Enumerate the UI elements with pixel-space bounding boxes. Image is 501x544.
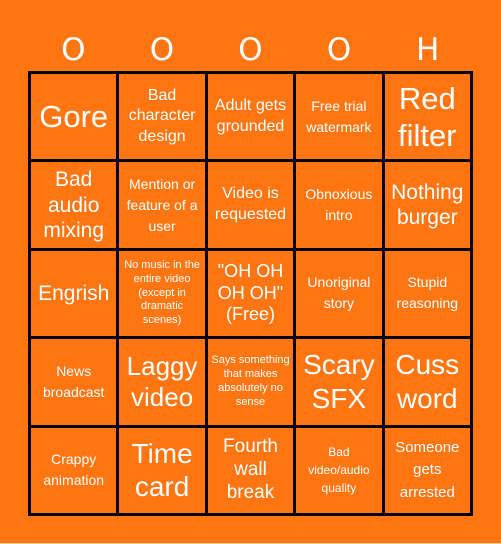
cell-text: No music in the entire video (except in … [124,259,200,327]
bingo-cell[interactable]: Bad video/audio quality [296,427,385,516]
bingo-cell[interactable]: Time card [119,427,208,516]
cell-text: Scary SFX [303,349,375,414]
cell-text: Video is requested [214,185,287,224]
bingo-cell[interactable]: Video is requested [207,162,297,251]
cell-text: News broadcast [42,362,105,400]
cell-text: Nothing burger [391,180,464,230]
cell-text: Crappy animation [43,451,105,489]
bingo-cell[interactable]: Laggy video [119,339,208,428]
cell-text: Mention or feature of a user [126,175,198,234]
bingo-cell[interactable]: Bad audio mixing [31,162,120,251]
header-letter: O [61,32,86,68]
cell-text: Unoriginal story [307,274,371,312]
bingo-cell[interactable]: Obnoxious intro [296,162,385,251]
header-letter: O [149,32,175,68]
bingo-header: O O O O H [29,29,472,71]
bingo-cell[interactable]: Free trial watermark [296,74,385,163]
cell-text: Adult gets grounded [214,96,287,135]
cell-text: Obnoxious intro [305,186,373,224]
bingo-cell[interactable]: Unoriginal story [296,250,385,340]
bingo-cell[interactable]: Nothing burger [384,162,473,251]
bingo-cell[interactable]: Crappy animation [31,427,120,516]
cell-text: Laggy video [126,350,198,412]
bingo-cell[interactable]: Says something that makes absolutely no … [207,339,297,428]
cell-text: Bad audio mixing [43,168,105,242]
bingo-cell[interactable]: Gore [31,74,120,163]
cell-text: "OH OH OH OH" (Free) [217,261,284,325]
bingo-cell[interactable]: Mention or feature of a user [119,162,208,251]
bingo-cell[interactable]: Scary SFX [296,339,385,428]
bingo-cell[interactable]: Bad character design [119,74,208,163]
cell-text: Bad video/audio quality [308,445,370,496]
cell-text: Engrish [38,281,110,305]
cell-text: Cuss word [395,349,460,414]
bingo-cell[interactable]: Red filter [384,74,473,163]
header-letter: O [326,32,352,68]
bingo-cell[interactable]: Engrish [31,250,120,340]
bingo-cell[interactable]: Adult gets grounded [207,74,297,163]
bingo-cell[interactable]: Cuss word [384,339,473,428]
cell-text: Gore [39,99,109,135]
header-letter: O [238,32,263,68]
cell-text: Someone gets arrested [395,438,460,501]
header-letter: H [416,32,440,68]
bingo-cell[interactable]: News broadcast [31,339,120,428]
bingo-grid: Gore Bad character design Adult gets gro… [28,71,473,516]
cell-text: Bad character design [128,86,196,146]
cell-text: Free trial watermark [306,97,372,135]
bingo-cell[interactable]: No music in the entire video (except in … [119,250,208,340]
cell-text: Stupid reasoning [396,274,459,312]
cell-text: Red filter [398,80,457,153]
cell-text: Fourth wall break [223,436,278,503]
cell-text: Says something that makes absolutely no … [211,354,290,408]
bingo-cell[interactable]: Someone gets arrested [384,427,473,516]
bingo-cell[interactable]: Stupid reasoning [384,250,473,340]
bingo-cell[interactable]: Fourth wall break [207,427,297,516]
bingo-cell[interactable]: "OH OH OH OH" (Free) [207,250,297,340]
cell-text: Time card [131,437,193,503]
